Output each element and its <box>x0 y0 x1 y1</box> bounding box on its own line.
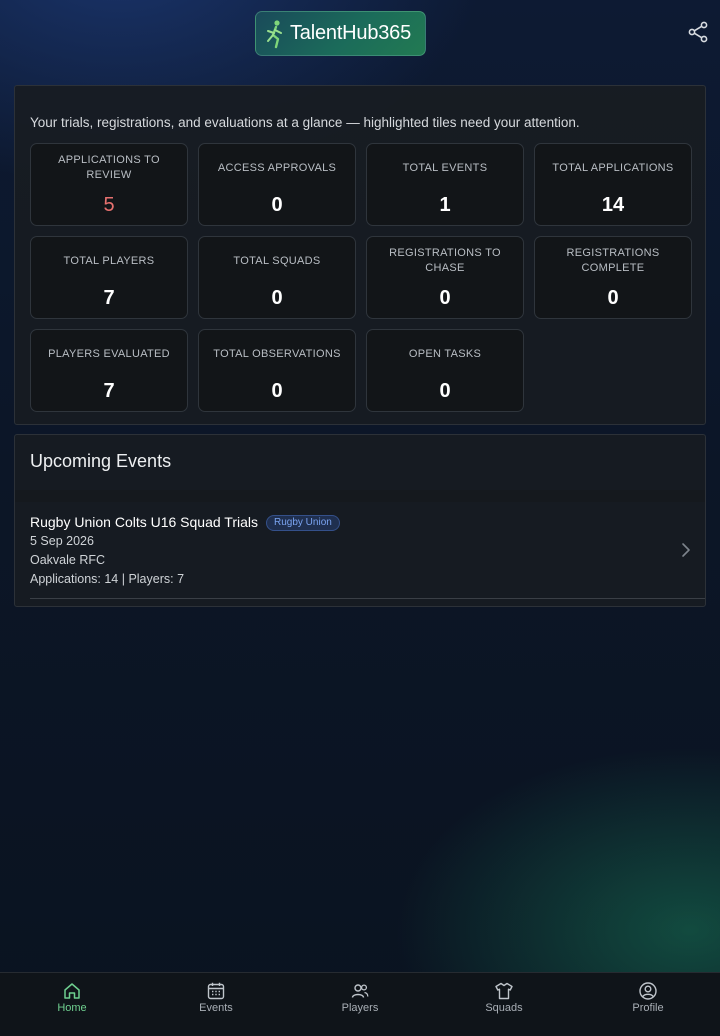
stat-value: 5 <box>103 194 115 216</box>
nav-item-home[interactable]: Home <box>0 973 144 1036</box>
upcoming-events-title: Upcoming Events <box>30 451 172 471</box>
nav-item-players[interactable]: Players <box>288 973 432 1036</box>
event-counts: Applications: 14 | Players: 7 <box>30 572 185 586</box>
stat-label: APPLICATIONS TO REVIEW <box>58 154 160 181</box>
stat-tile-access-approvals[interactable]: ACCESS APPROVALS 0 <box>198 143 356 226</box>
user-circle-icon <box>639 982 657 1000</box>
event-divider <box>30 598 705 599</box>
logo-text: TalentHub365 <box>290 22 412 44</box>
stat-value: 7 <box>103 380 115 402</box>
stat-value: 0 <box>607 287 619 309</box>
users-icon <box>351 984 369 998</box>
stat-label: TOTAL PLAYERS <box>63 254 155 267</box>
event-list-item[interactable]: Rugby Union Colts U16 Squad Trials Rugby… <box>15 502 705 600</box>
stat-value: 0 <box>271 194 283 216</box>
event-name: Rugby Union Colts U16 Squad Trials <box>30 514 259 530</box>
stat-value: 0 <box>271 380 283 402</box>
stat-label: TOTAL SQUADS <box>233 254 321 267</box>
stat-label: OPEN TASKS <box>408 347 482 360</box>
overview-intro-text: Your trials, registrations, and evaluati… <box>30 115 580 130</box>
stat-value: 0 <box>439 287 451 309</box>
stat-tile-players-evaluated[interactable]: PLAYERS EVALUATED 7 <box>30 329 188 412</box>
stats-overview-card: Your trials, registrations, and evaluati… <box>14 85 706 425</box>
stat-tile-total-events[interactable]: TOTAL EVENTS 1 <box>366 143 524 226</box>
shirt-icon <box>495 982 513 1000</box>
stats-tiles-grid: APPLICATIONS TO REVIEW 5 ACCESS APPROVAL… <box>30 143 692 412</box>
home-icon <box>64 983 80 999</box>
stat-value: 0 <box>271 287 283 309</box>
share-icon <box>688 21 708 43</box>
stat-tile-registrations-to-chase[interactable]: REGISTRATIONS TO CHASE 0 <box>366 236 524 319</box>
stat-tile-total-observations[interactable]: TOTAL OBSERVATIONS 0 <box>198 329 356 412</box>
nav-label: Players <box>341 1002 379 1014</box>
stat-label: ACCESS APPROVALS <box>217 161 337 174</box>
nav-label: Events <box>199 1002 233 1014</box>
share-button[interactable] <box>686 20 710 44</box>
stat-tile-registrations-complete[interactable]: REGISTRATIONS COMPLETE 0 <box>534 236 692 319</box>
nav-label: Home <box>57 1002 87 1014</box>
stat-tile-total-squads[interactable]: TOTAL SQUADS 0 <box>198 236 356 319</box>
nav-item-squads[interactable]: Squads <box>432 973 576 1036</box>
stat-label: REGISTRATIONS TO CHASE <box>389 247 501 274</box>
stat-label: REGISTRATIONS COMPLETE <box>566 247 660 274</box>
calendar-icon <box>207 982 225 1000</box>
upcoming-events-card: Upcoming Events Rugby Union Colts U16 Sq… <box>14 434 706 607</box>
stat-tile-applications-to-review[interactable]: APPLICATIONS TO REVIEW 5 <box>30 143 188 226</box>
event-date: 5 Sep 2026 <box>30 534 94 548</box>
stat-label: PLAYERS EVALUATED <box>48 347 170 360</box>
runner-logo-icon <box>267 19 282 48</box>
stat-tile-open-tasks[interactable]: OPEN TASKS 0 <box>366 329 524 412</box>
stat-tile-total-applications[interactable]: TOTAL APPLICATIONS 14 <box>534 143 692 226</box>
nav-label: Profile <box>632 1002 664 1014</box>
bottom-navigation: Home Events Players Squads Profile <box>0 972 720 1036</box>
stat-tile-total-players[interactable]: TOTAL PLAYERS 7 <box>30 236 188 319</box>
app-logo[interactable]: TalentHub365 <box>255 11 426 56</box>
stat-value: 0 <box>439 380 451 402</box>
stat-label: TOTAL EVENTS <box>402 161 488 174</box>
app-header: TalentHub365 <box>0 0 720 72</box>
chevron-right-icon <box>682 543 690 557</box>
sport-tag-badge: Rugby Union <box>266 515 340 531</box>
stat-label: TOTAL OBSERVATIONS <box>213 347 341 360</box>
nav-label: Squads <box>485 1002 523 1014</box>
section-divider <box>15 490 705 502</box>
event-venue: Oakvale RFC <box>30 553 106 567</box>
stat-value: 14 <box>601 194 625 216</box>
stat-value: 7 <box>103 287 115 309</box>
stat-value: 1 <box>439 194 451 216</box>
nav-item-profile[interactable]: Profile <box>576 973 720 1036</box>
stat-label: TOTAL APPLICATIONS <box>552 161 674 174</box>
nav-item-events[interactable]: Events <box>144 973 288 1036</box>
